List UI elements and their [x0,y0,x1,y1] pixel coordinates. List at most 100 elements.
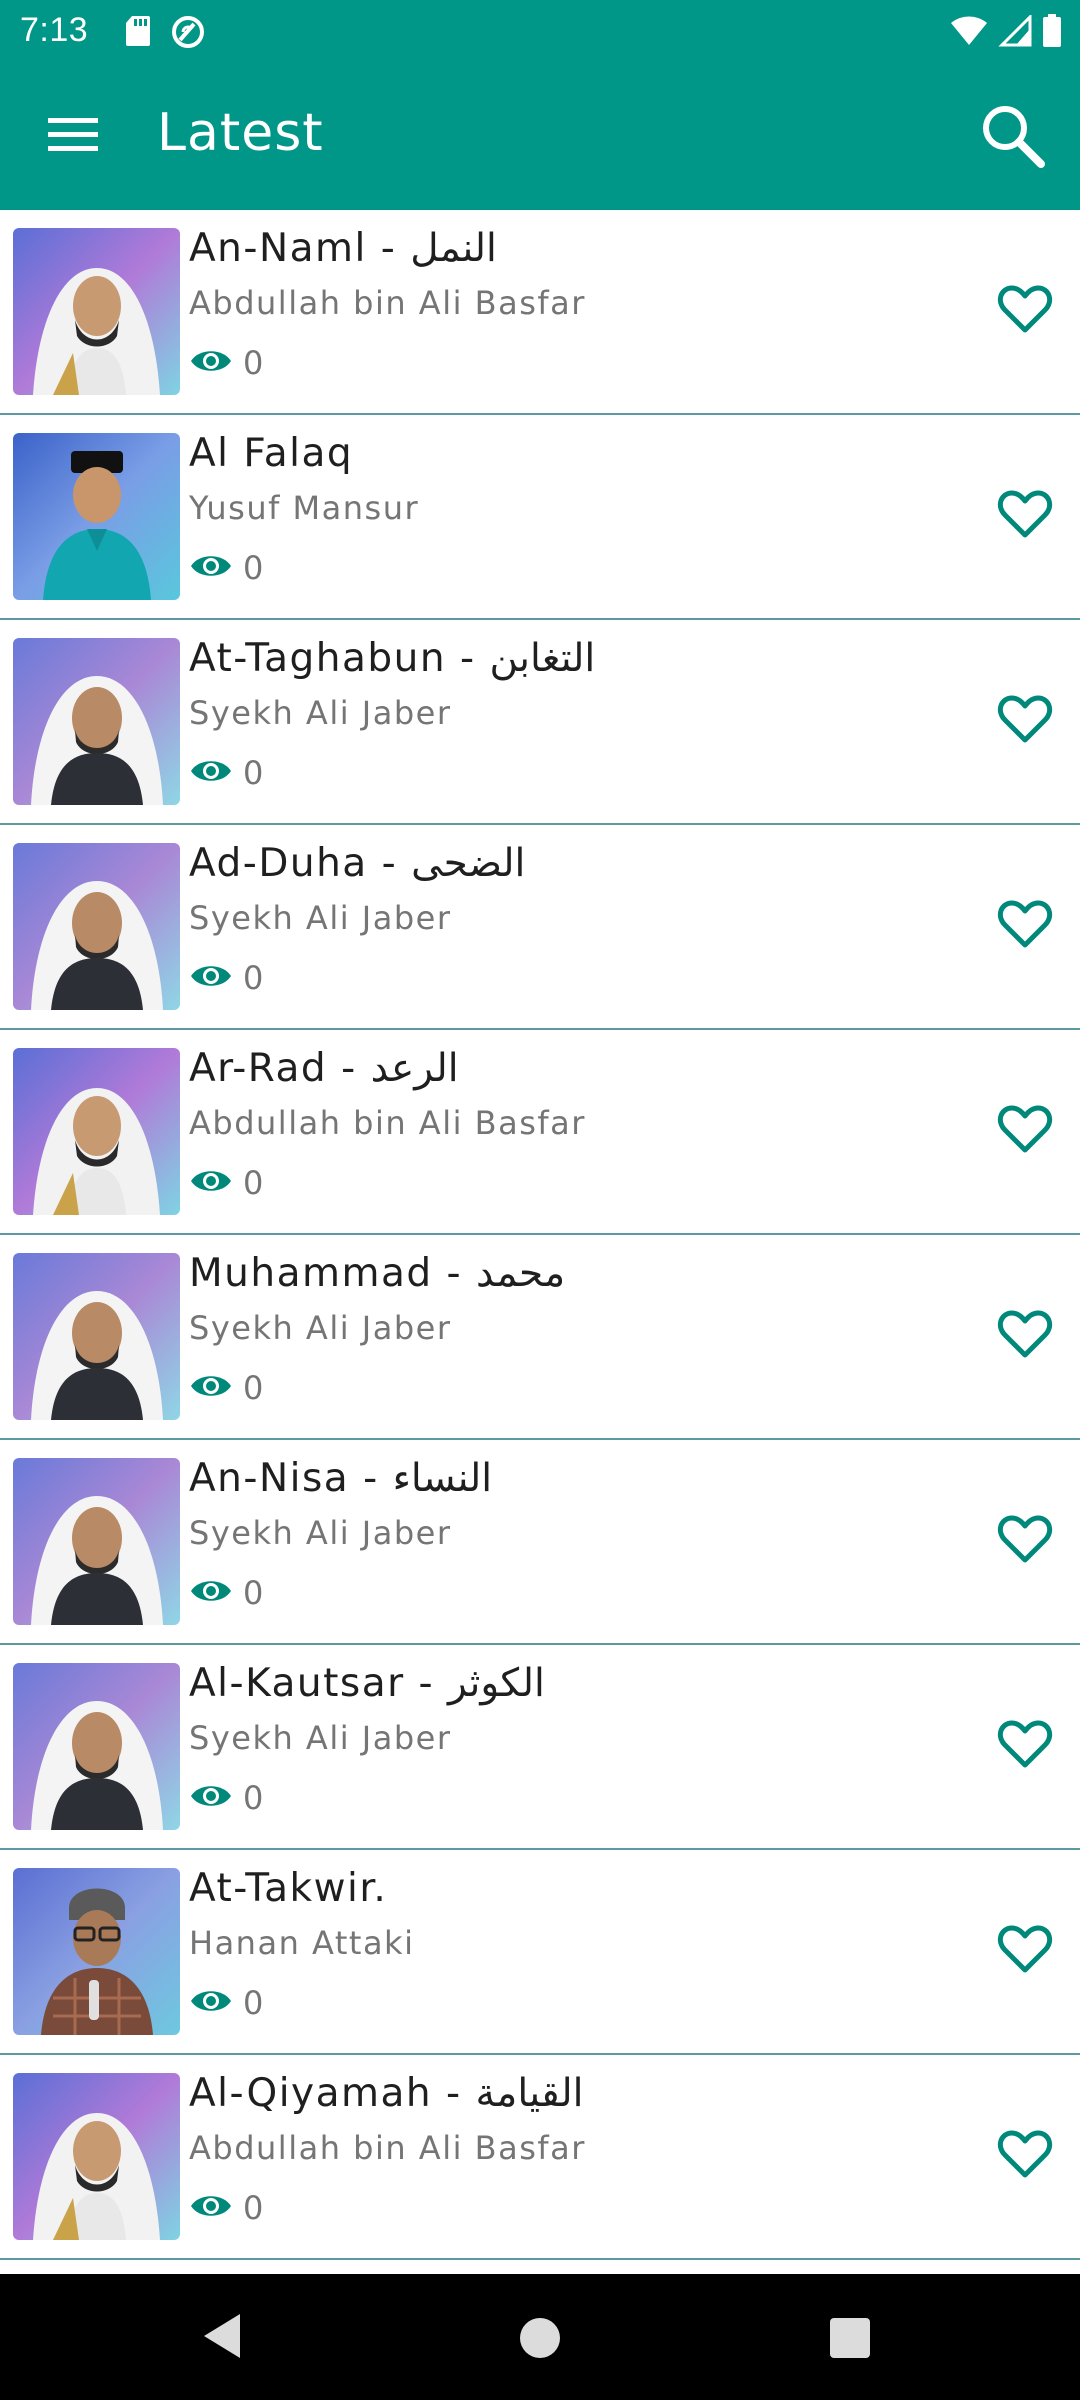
item-artist: Yusuf Mansur [189,489,420,527]
page-title: Latest [157,103,324,163]
eye-icon [189,1371,233,1405]
views-count: 0 [243,959,264,997]
views-count: 0 [243,1164,264,1202]
views-counter: 0 [189,2189,263,2227]
recents-icon[interactable] [830,2318,870,2358]
list-item[interactable]: At-Taghabun - التغابن Syekh Ali Jaber 0 [0,620,1080,825]
heart-icon [997,489,1053,543]
item-title: Ad-Duha - الضحى [189,841,526,886]
battery-icon [1042,14,1062,52]
heart-icon [997,1719,1053,1773]
eye-icon [189,1986,233,2020]
views-count: 0 [243,2189,264,2227]
heart-icon [997,1924,1053,1978]
avatar [13,1253,180,1420]
item-artist: Syekh Ali Jaber [189,1719,452,1757]
heart-icon [997,284,1053,338]
heart-icon [997,1104,1053,1158]
views-count: 0 [243,1984,264,2022]
status-right-icons [950,13,1062,52]
favorite-button[interactable] [988,276,1062,346]
views-counter: 0 [189,344,263,382]
heart-icon [997,1309,1053,1363]
views-counter: 0 [189,1984,263,2022]
status-time: 7:13 [20,11,89,49]
avatar [13,1868,180,2035]
item-title: Ar-Rad - الرعد [189,1046,459,1091]
eye-icon [189,961,233,995]
item-artist: Syekh Ali Jaber [189,694,452,732]
sync-icon [170,14,206,54]
favorite-button[interactable] [988,1506,1062,1576]
item-title: At-Taghabun - التغابن [189,636,596,681]
heart-icon [997,899,1053,953]
list-item[interactable]: Ar-Rad - الرعد Abdullah bin Ali Basfar 0 [0,1030,1080,1235]
views-count: 0 [243,549,264,587]
item-artist: Abdullah bin Ali Basfar [189,284,586,322]
views-counter: 0 [189,1574,263,1612]
menu-button[interactable] [32,101,114,173]
item-title: At-Takwir. [189,1866,388,1911]
item-title: Al-Kautsar - الكوثر [189,1661,545,1706]
views-count: 0 [243,1369,264,1407]
views-count: 0 [243,1779,264,1817]
navigation-bar [0,2274,1080,2400]
eye-icon [189,1166,233,1200]
favorite-button[interactable] [988,1096,1062,1166]
heart-icon [997,1514,1053,1568]
list-item[interactable]: Al-Qiyamah - القيامة Abdullah bin Ali Ba… [0,2055,1080,2260]
list-item[interactable]: Muhammad - محمد Syekh Ali Jaber 0 [0,1235,1080,1440]
heart-icon [997,694,1053,748]
views-counter: 0 [189,754,263,792]
views-counter: 0 [189,1779,263,1817]
list-item[interactable]: An-Naml - النمل Abdullah bin Ali Basfar … [0,210,1080,415]
item-artist: Syekh Ali Jaber [189,899,452,937]
list-item[interactable]: At-Takwir. Hanan Attaki 0 [0,1850,1080,2055]
search-icon [979,102,1045,172]
item-artist: Abdullah bin Ali Basfar [189,2129,586,2167]
list-item[interactable]: Al Falaq Yusuf Mansur 0 [0,415,1080,620]
item-artist: Syekh Ali Jaber [189,1309,452,1347]
app-bar: Latest [0,63,1080,210]
item-title: Al-Qiyamah - القيامة [189,2071,584,2116]
item-artist: Hanan Attaki [189,1924,415,1962]
favorite-button[interactable] [988,1301,1062,1371]
avatar [13,228,180,395]
search-button[interactable] [970,95,1054,179]
favorite-button[interactable] [988,1916,1062,1986]
favorite-button[interactable] [988,891,1062,961]
avatar [13,638,180,805]
views-count: 0 [243,754,264,792]
wifi-icon [950,15,988,51]
avatar [13,843,180,1010]
avatar [13,1458,180,1625]
views-counter: 0 [189,1369,263,1407]
list-item[interactable]: Al-Kautsar - الكوثر Syekh Ali Jaber 0 [0,1645,1080,1850]
favorite-button[interactable] [988,1711,1062,1781]
item-title: An-Naml - النمل [189,226,497,271]
eye-icon [189,346,233,380]
favorite-button[interactable] [988,2121,1062,2191]
item-title: Al Falaq [189,431,354,476]
favorite-button[interactable] [988,481,1062,551]
favorite-button[interactable] [988,686,1062,756]
sd-card-icon [124,14,152,54]
avatar [13,2073,180,2240]
item-title: An-Nisa - النساء [189,1456,493,1501]
hamburger-menu-icon [48,116,98,158]
eye-icon [189,551,233,585]
avatar [13,433,180,600]
list-item[interactable]: Ad-Duha - الضحى Syekh Ali Jaber 0 [0,825,1080,1030]
avatar [13,1048,180,1215]
views-counter: 0 [189,1164,263,1202]
list-item[interactable]: An-Nisa - النساء Syekh Ali Jaber 0 [0,1440,1080,1645]
eye-icon [189,1576,233,1610]
views-counter: 0 [189,959,263,997]
views-counter: 0 [189,549,263,587]
home-icon[interactable] [520,2318,560,2358]
back-icon[interactable] [200,2312,244,2364]
item-title: Muhammad - محمد [189,1251,566,1296]
heart-icon [997,2129,1053,2183]
item-artist: Syekh Ali Jaber [189,1514,452,1552]
eye-icon [189,1781,233,1815]
